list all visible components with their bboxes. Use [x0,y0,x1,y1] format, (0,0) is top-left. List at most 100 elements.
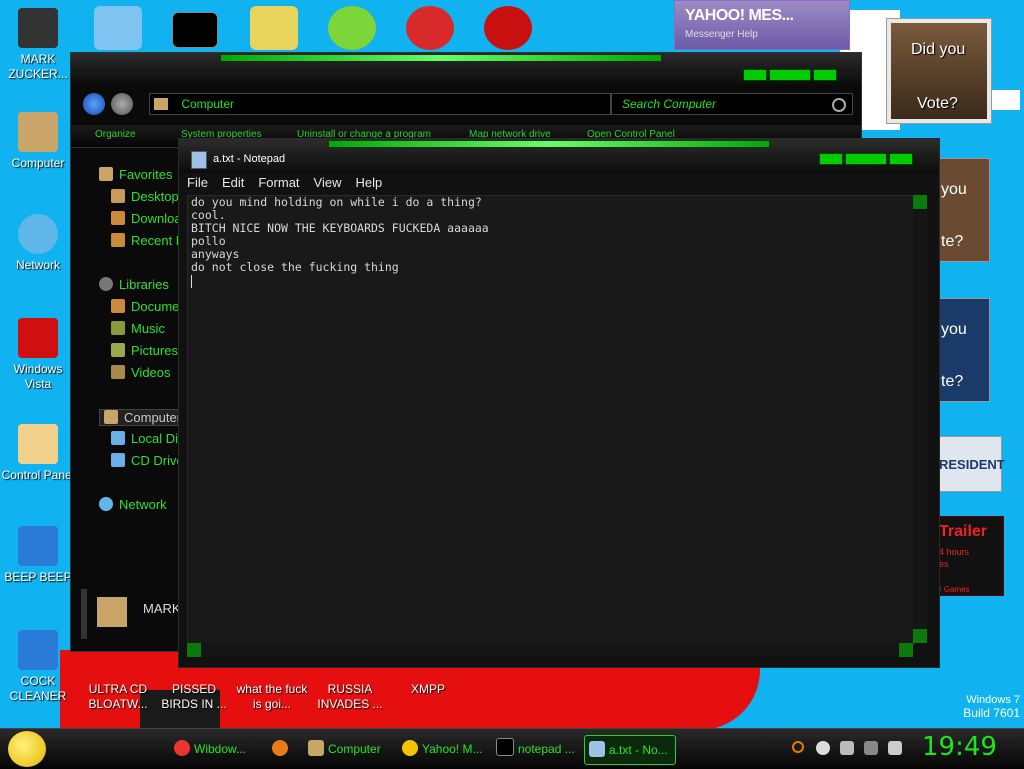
documents-icon [111,299,125,313]
watermark-line1: Windows 7 [966,694,1020,706]
desktop-icon-network[interactable]: Network [0,214,76,273]
minimize-button[interactable] [743,69,767,81]
desktop-icon-cock-cleaner[interactable]: COCK CLEANER [0,630,76,704]
computer-icon [97,597,127,627]
scroll-up-button[interactable] [913,195,927,209]
card-text: you [941,321,967,338]
president-card[interactable]: RESIDENT [936,436,1005,492]
desktop-icon-russia[interactable]: RUSSIA INVADES ... [312,682,388,712]
cmd-app-icon[interactable] [172,12,218,48]
scroll-left-button[interactable] [187,643,201,657]
taskbar-label: Wibdow... [194,742,247,756]
devcpp-app-icon[interactable] [484,6,532,50]
blue-document-icon [18,630,58,670]
yahoo-smiley-icon [402,740,418,756]
explorer-window-buttons[interactable] [743,69,837,81]
pig-app-icon[interactable] [328,6,376,50]
taskbar-clock[interactable]: 19:49 [922,732,997,762]
vote-card-2[interactable]: you te? [936,158,990,262]
menu-edit[interactable]: Edit [222,173,244,193]
windows-build-watermark: Windows 7 Build 7601 [900,694,1020,720]
notepad-text-area[interactable]: do you mind holding on while i do a thin… [187,195,915,645]
yahoo-messenger-window[interactable]: YAHOO! MES... Messenger Help [674,0,850,50]
back-arrow-icon[interactable] [83,93,105,115]
nav-label: CD Drive [131,453,184,468]
desktop-icon-label: MARK ZUCKER... [8,52,68,81]
nav-downloads[interactable]: Downloa [111,211,182,226]
search-icon[interactable] [792,741,804,753]
forward-arrow-icon[interactable] [111,93,133,115]
desktop-icon-label: Control Panel [1,468,75,482]
notepad-window-buttons[interactable] [819,153,913,165]
nav-computer[interactable]: Computer [99,409,187,426]
address-bar[interactable]: Computer [149,93,611,115]
recent-icon [111,233,125,247]
nav-documents[interactable]: Docume [111,299,179,314]
menu-format[interactable]: Format [258,173,299,193]
taskbar-cmd-notepad[interactable]: notepad ... [492,735,580,763]
nav-cd-drive[interactable]: CD Drive [111,453,184,468]
music-icon [111,321,125,335]
notes-app-icon[interactable] [94,6,142,50]
taskbar-firefox[interactable] [268,735,298,763]
trailer-card[interactable]: Trailer 4 hours es r Games [936,516,1004,596]
taskbar-chrome[interactable]: Wibdow... [170,735,262,763]
nav-videos[interactable]: Videos [111,365,171,380]
nav-network[interactable]: Network [99,497,167,512]
flag-icon[interactable] [840,741,854,755]
menu-help[interactable]: Help [355,173,382,193]
details-pane: MARK [81,589,187,639]
folder-app-icon[interactable] [250,6,298,50]
start-button[interactable] [8,731,46,767]
computer-icon [154,98,168,110]
network-tray-icon[interactable] [864,741,878,755]
nav-favorites[interactable]: Favorites [99,167,172,182]
nav-pictures[interactable]: Pictures [111,343,178,358]
nav-label: Recent P [131,233,185,248]
desktop-icon-computer[interactable]: Computer [0,112,76,171]
maximize-button[interactable] [769,69,811,81]
desktop-icon-beep[interactable]: BEEP BEEP [0,526,76,585]
horizontal-scrollbar[interactable] [187,643,913,657]
minimize-button[interactable] [819,153,843,165]
desktop-icon-ultra-cd[interactable]: ULTRA CD BLOATW... [80,682,156,712]
desktop-icon-windows-vista[interactable]: Windows Vista [0,318,76,392]
close-button[interactable] [889,153,913,165]
taskbar-computer[interactable]: Computer [304,735,394,763]
maximize-button[interactable] [845,153,887,165]
notepad-menubar: File Edit Format View Help [187,173,382,193]
close-button[interactable] [813,69,837,81]
notepad-window[interactable]: a.txt - Notepad File Edit Format View He… [178,138,940,668]
p-app-icon[interactable] [406,6,454,50]
desktop-icon-control-panel[interactable]: Control Panel [0,424,76,483]
computer-icon [104,410,118,424]
watermark-line2: Build 7601 [963,706,1020,720]
desktop-icon-pissed-birds[interactable]: PISSED BIRDS IN ... [156,682,232,712]
scroll-down-button[interactable] [913,629,927,643]
taskbar-notepad-active[interactable]: a.txt - No... [584,735,676,765]
vote-card-3[interactable]: you te? [936,298,990,402]
scroll-right-button[interactable] [899,643,913,657]
yahoo-menu[interactable]: Messenger Help [685,29,758,40]
menu-view[interactable]: View [314,173,342,193]
notepad-icon [589,741,605,757]
desktop-icon-mark[interactable]: MARK ZUCKER... [0,8,76,82]
vertical-scrollbar[interactable] [913,195,927,643]
search-input[interactable]: Search Computer [611,93,853,115]
nav-music[interactable]: Music [111,321,165,336]
yahoo-title: YAHOO! MES... [685,7,794,24]
vote-gadget[interactable]: Did you Vote? [886,18,992,124]
nav-desktop[interactable]: Desktop [111,189,179,204]
desktop-icon-what[interactable]: what the fuck is goi... [234,682,310,712]
menu-file[interactable]: File [187,173,208,193]
volume-icon[interactable] [888,741,902,755]
messenger-icon[interactable] [816,741,830,755]
firefox-icon [272,740,288,756]
cd-drive-icon [111,453,125,467]
organize-button[interactable]: Organize [95,129,136,140]
nav-local-disk[interactable]: Local Di [111,431,178,446]
nav-recent[interactable]: Recent P [111,233,184,248]
taskbar-yahoo[interactable]: Yahoo! M... [398,735,488,763]
nav-libraries[interactable]: Libraries [99,277,169,292]
desktop-icon-xmpp[interactable]: XMPP [390,682,466,697]
